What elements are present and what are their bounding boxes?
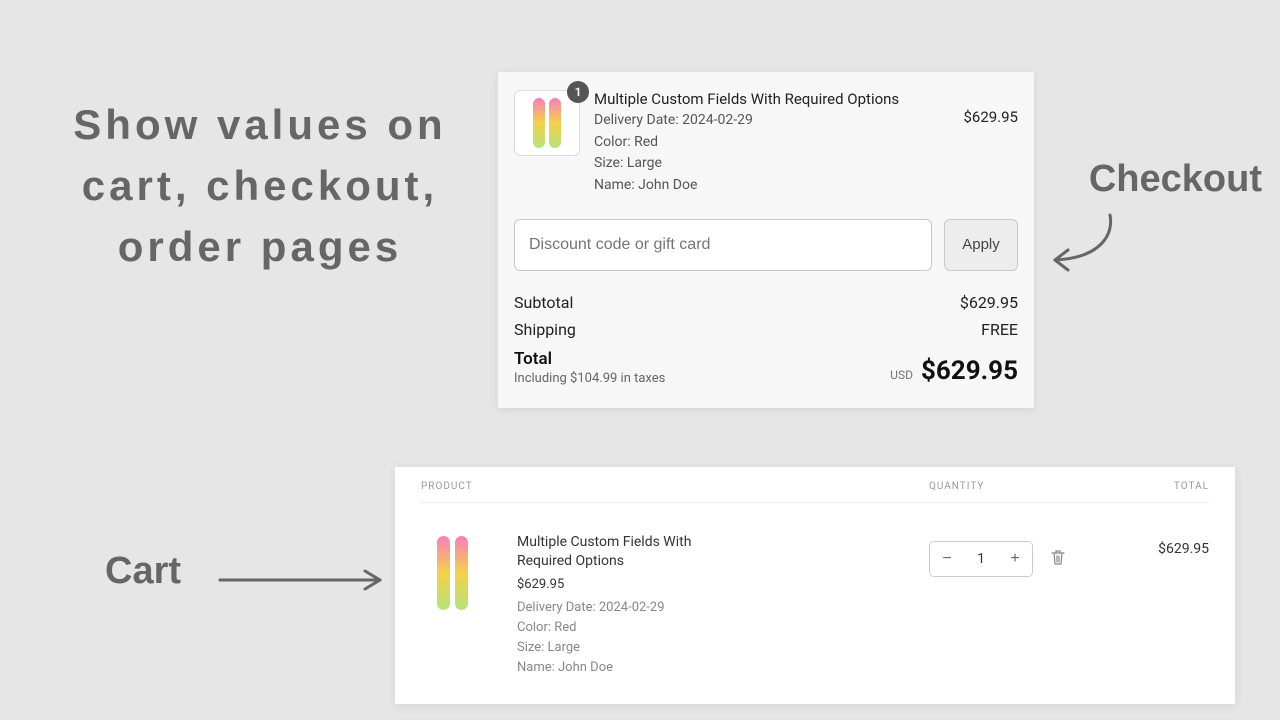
custom-field-size: Size: Large: [517, 638, 909, 658]
line-total: $629.95: [1099, 533, 1209, 557]
cart-line-item: Multiple Custom Fields With Required Opt…: [395, 503, 1235, 704]
cart-callout-label: Cart: [105, 550, 181, 593]
shipping-label: Shipping: [514, 320, 576, 339]
apply-button[interactable]: Apply: [944, 219, 1018, 271]
trash-icon[interactable]: [1051, 549, 1065, 569]
decrement-button[interactable]: −: [930, 542, 964, 576]
quantity-badge: 1: [567, 81, 589, 103]
unit-price: $629.95: [517, 577, 909, 592]
line-item-price: $629.95: [963, 90, 1018, 126]
shipping-value: FREE: [981, 320, 1018, 339]
custom-field-size: Size: Large: [594, 153, 949, 175]
increment-button[interactable]: +: [998, 542, 1032, 576]
custom-field-name: Name: John Doe: [594, 175, 949, 197]
quantity-value: 1: [964, 551, 998, 567]
custom-field-color: Color: Red: [594, 132, 949, 154]
column-header-total: TOTAL: [1099, 481, 1209, 492]
total-label: Total: [514, 349, 665, 369]
quantity-stepper[interactable]: − 1 +: [929, 541, 1033, 577]
product-title: Multiple Custom Fields With Required Opt…: [517, 533, 747, 571]
page-heading: Show values on cart, checkout, order pag…: [30, 95, 490, 278]
total-value: $629.95: [921, 356, 1018, 386]
column-header-product: PRODUCT: [421, 481, 929, 492]
currency-label: USD: [890, 368, 913, 382]
cart-panel: PRODUCT QUANTITY TOTAL Multiple Custom F…: [395, 467, 1235, 704]
subtotal-label: Subtotal: [514, 293, 573, 312]
product-thumbnail: 1: [514, 90, 580, 156]
subtotal-value: $629.95: [960, 293, 1018, 312]
checkout-line-item: 1 Multiple Custom Fields With Required O…: [514, 90, 1018, 197]
arrow-checkout-icon: [1040, 210, 1120, 284]
custom-field-delivery-date: Delivery Date: 2024-02-29: [517, 598, 909, 618]
checkout-summary-panel: 1 Multiple Custom Fields With Required O…: [498, 72, 1034, 408]
product-title: Multiple Custom Fields With Required Opt…: [594, 90, 949, 108]
tax-note: Including $104.99 in taxes: [514, 371, 665, 386]
column-header-quantity: QUANTITY: [929, 481, 1099, 492]
product-thumbnail: [421, 533, 483, 613]
discount-code-input[interactable]: [514, 219, 932, 271]
arrow-cart-icon: [215, 565, 395, 599]
custom-field-name: Name: John Doe: [517, 658, 909, 678]
custom-field-color: Color: Red: [517, 618, 909, 638]
checkout-callout-label: Checkout: [1089, 158, 1262, 201]
custom-field-delivery-date: Delivery Date: 2024-02-29: [594, 110, 949, 132]
